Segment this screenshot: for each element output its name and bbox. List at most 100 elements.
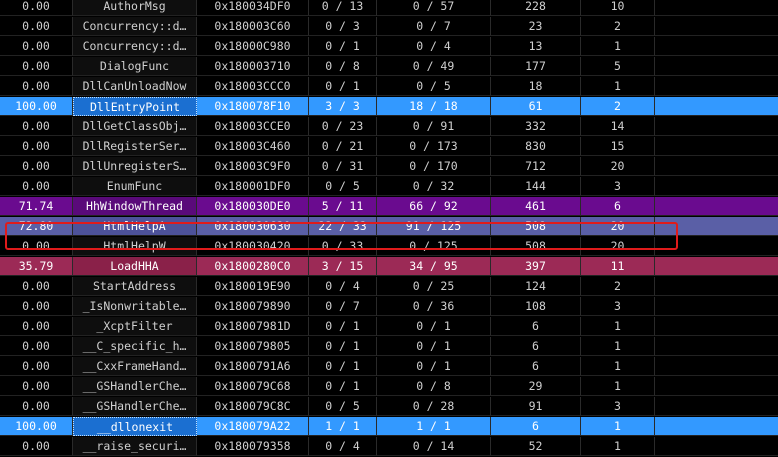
address-cell: 0x180079358 xyxy=(197,437,309,456)
empty-cell xyxy=(655,357,778,376)
table-row[interactable]: 0.00 Concurrency::d… 0x18000C980 0 / 10 / 4… xyxy=(0,37,778,57)
address-cell: 0x18003CCC0 xyxy=(197,77,309,96)
blocks-hit-cell: 0 / 21 xyxy=(309,137,377,156)
complexity-cell: 1 xyxy=(581,357,655,376)
address-cell: 0x18007981D xyxy=(197,317,309,336)
blocks-hit-cell: 0 / 4 xyxy=(309,437,377,456)
table-row[interactable]: 100.00 DllEntryPoint 0x180078F10 3 / 3 18 / … xyxy=(0,97,778,117)
blocks-hit-cell: 0 / 7 xyxy=(309,297,377,316)
address-cell: 0x18003CCE0 xyxy=(197,117,309,136)
empty-cell xyxy=(655,137,778,156)
function-size-cell: 61 xyxy=(491,97,581,116)
address-cell: 0x180034DF0 xyxy=(197,0,309,16)
instructions-hit-cell: 0 / 125 xyxy=(377,237,491,256)
table-row[interactable]: 0.00 Concurrency::d… 0x180003C60 0 / 30 / 7… xyxy=(0,17,778,37)
table-row[interactable]: 0.00 _IsNonwritable… 0x180079890 0 / 70 / 3… xyxy=(0,297,778,317)
table-row[interactable]: 0.00 DllCanUnloadNow 0x18003CCC0 0 / 10 / 5… xyxy=(0,77,778,97)
complexity-cell: 20 xyxy=(581,237,655,256)
blocks-hit-cell: 0 / 4 xyxy=(309,277,377,296)
blocks-hit-cell: 0 / 1 xyxy=(309,37,377,56)
blocks-hit-cell: 0 / 33 xyxy=(309,237,377,256)
table-row[interactable]: 0.00 HtmlHelpW 0x180030420 0 / 33 0 / 125 508… xyxy=(0,237,778,257)
table-row[interactable]: 0.00 __raise_securi… 0x180079358 0 / 40 / 1… xyxy=(0,437,778,457)
function-name-cell: _IsNonwritable… xyxy=(73,297,197,316)
instructions-hit-cell: 0 / 1 xyxy=(377,357,491,376)
function-name-cell: DllRegisterSer… xyxy=(73,137,197,156)
address-cell: 0x180030420 xyxy=(197,237,309,256)
blocks-hit-cell: 5 / 11 xyxy=(309,197,377,216)
coverage-percent-cell: 71.74 xyxy=(0,197,73,216)
complexity-cell: 2 xyxy=(581,97,655,116)
table-row[interactable]: 35.79 LoadHHA 0x1800280C0 3 / 15 34 / 95 397 1… xyxy=(0,257,778,277)
empty-cell xyxy=(655,277,778,296)
function-size-cell: 29 xyxy=(491,377,581,396)
table-row[interactable]: 0.00 _XcptFilter 0x18007981D 0 / 10 / 161 xyxy=(0,317,778,337)
table-row[interactable]: 0.00 DllRegisterSer… 0x18003C460 0 / 21 0 / … xyxy=(0,137,778,157)
table-row[interactable]: 100.00 __dllonexit 0x180079A22 1 / 11 / 161 xyxy=(0,417,778,437)
coverage-percent-cell: 0.00 xyxy=(0,317,73,336)
coverage-percent-cell: 0.00 xyxy=(0,377,73,396)
address-cell: 0x1800791A6 xyxy=(197,357,309,376)
empty-cell xyxy=(655,157,778,176)
blocks-hit-cell: 0 / 1 xyxy=(309,77,377,96)
table-row[interactable]: 0.00 StartAddress 0x180019E90 0 / 40 / 25 12… xyxy=(0,277,778,297)
table-row[interactable]: 0.00 __C_specific_h… 0x180079805 0 / 10 / 1… xyxy=(0,337,778,357)
complexity-cell: 20 xyxy=(581,157,655,176)
blocks-hit-cell: 3 / 3 xyxy=(309,97,377,116)
complexity-cell: 11 xyxy=(581,257,655,276)
function-name-cell: AuthorMsg xyxy=(73,0,197,16)
table-row[interactable]: 0.00 __CxxFrameHand… 0x1800791A6 0 / 10 / 1… xyxy=(0,357,778,377)
table-row[interactable]: 0.00 __GSHandlerChe… 0x180079C8C 0 / 50 / 2… xyxy=(0,397,778,417)
table-row[interactable]: 0.00 __GSHandlerChe… 0x180079C68 0 / 10 / 8… xyxy=(0,377,778,397)
table-row[interactable]: 71.74 HhWindowThread 0x180030DE0 5 / 11 66 /… xyxy=(0,197,778,217)
coverage-percent-cell: 100.00 xyxy=(0,417,73,436)
empty-cell xyxy=(655,57,778,76)
function-size-cell: 52 xyxy=(491,437,581,456)
instructions-hit-cell: 0 / 49 xyxy=(377,57,491,76)
function-size-cell: 6 xyxy=(491,417,581,436)
function-size-cell: 91 xyxy=(491,397,581,416)
blocks-hit-cell: 0 / 1 xyxy=(309,337,377,356)
table-row[interactable]: 72.80 HtmlHelpA 0x180030630 22 / 33 91 / 125… xyxy=(0,217,778,237)
table-row[interactable]: 0.00 DllGetClassObj… 0x18003CCE0 0 / 23 0 / … xyxy=(0,117,778,137)
coverage-percent-cell: 0.00 xyxy=(0,337,73,356)
table-row[interactable]: 0.00 EnumFunc 0x180001DF0 0 / 50 / 32 144 3 xyxy=(0,177,778,197)
instructions-hit-cell: 0 / 25 xyxy=(377,277,491,296)
blocks-hit-cell: 3 / 15 xyxy=(309,257,377,276)
address-cell: 0x18003C460 xyxy=(197,137,309,156)
empty-cell xyxy=(655,237,778,256)
coverage-percent-cell: 0.00 xyxy=(0,77,73,96)
empty-cell xyxy=(655,117,778,136)
function-name-cell: __dllonexit xyxy=(73,417,197,436)
function-size-cell: 177 xyxy=(491,57,581,76)
instructions-hit-cell: 0 / 36 xyxy=(377,297,491,316)
address-cell: 0x180079C8C xyxy=(197,397,309,416)
table-row[interactable]: 0.00 DllUnregisterS… 0x18003C9F0 0 / 31 0 / … xyxy=(0,157,778,177)
instructions-hit-cell: 0 / 57 xyxy=(377,0,491,16)
function-name-cell: DllUnregisterS… xyxy=(73,157,197,176)
complexity-cell: 1 xyxy=(581,37,655,56)
blocks-hit-cell: 0 / 3 xyxy=(309,17,377,36)
function-name-cell: DialogFunc xyxy=(73,57,197,76)
table-row[interactable]: 0.00 AuthorMsg 0x180034DF0 0 / 13 0 / 57 228 1… xyxy=(0,0,778,17)
function-name-cell: __GSHandlerChe… xyxy=(73,377,197,396)
complexity-cell: 3 xyxy=(581,397,655,416)
blocks-hit-cell: 0 / 13 xyxy=(309,0,377,16)
instructions-hit-cell: 66 / 92 xyxy=(377,197,491,216)
function-name-cell: __CxxFrameHand… xyxy=(73,357,197,376)
function-size-cell: 108 xyxy=(491,297,581,316)
empty-cell xyxy=(655,197,778,216)
blocks-hit-cell: 0 / 5 xyxy=(309,177,377,196)
complexity-cell: 2 xyxy=(581,277,655,296)
complexity-cell: 1 xyxy=(581,317,655,336)
function-size-cell: 397 xyxy=(491,257,581,276)
instructions-hit-cell: 1 / 1 xyxy=(377,417,491,436)
coverage-table: 0.00 AuthorMsg 0x180034DF0 0 / 13 0 / 57 228 1… xyxy=(0,0,778,457)
coverage-percent-cell: 100.00 xyxy=(0,97,73,116)
address-cell: 0x18003C9F0 xyxy=(197,157,309,176)
address-cell: 0x180003C60 xyxy=(197,17,309,36)
blocks-hit-cell: 0 / 23 xyxy=(309,117,377,136)
complexity-cell: 1 xyxy=(581,437,655,456)
table-row[interactable]: 0.00 DialogFunc 0x180003710 0 / 80 / 49 177 5 xyxy=(0,57,778,77)
instructions-hit-cell: 0 / 173 xyxy=(377,137,491,156)
